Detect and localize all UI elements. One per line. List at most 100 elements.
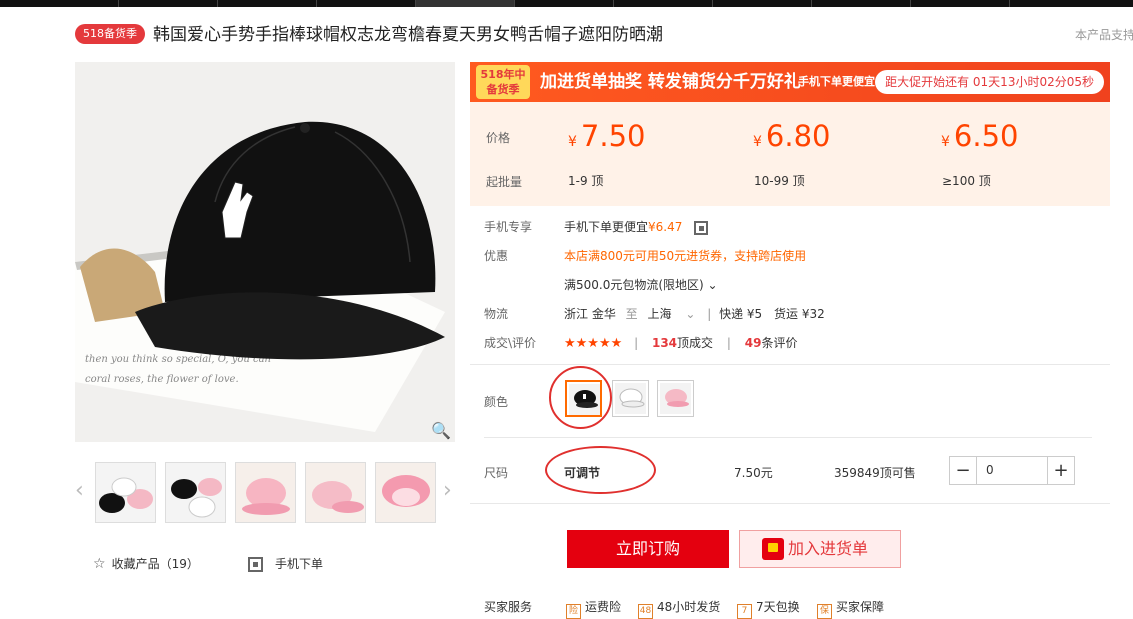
thumbnail[interactable] bbox=[235, 462, 296, 523]
ship-from: 浙江 金华 bbox=[564, 307, 616, 321]
annotation-circle bbox=[549, 366, 612, 429]
deal-suffix: 顶成交 bbox=[677, 336, 714, 350]
top-nav-bar bbox=[0, 0, 1133, 7]
service-7day-exchange[interactable]: 7 7天包换 bbox=[737, 598, 800, 619]
qr-code-icon bbox=[248, 557, 263, 572]
rating-stars: ★★★★★ bbox=[564, 336, 623, 351]
ship-to: 上海 bbox=[647, 307, 672, 321]
divider bbox=[470, 364, 1110, 365]
shipping-insurance-icon: 险 bbox=[566, 604, 581, 619]
review-count-link[interactable]: 49条评价 bbox=[745, 336, 798, 350]
product-main-image[interactable]: then you think so special, O, you can co… bbox=[75, 62, 455, 442]
service-48h-shipping[interactable]: 48 48小时发货 bbox=[638, 598, 720, 619]
thumbnail[interactable] bbox=[95, 462, 156, 523]
mobile-order-label: 手机下单 bbox=[275, 557, 324, 571]
product-title: 韩国爱心手势手指棒球帽权志龙弯檐春夏天男女鸭舌帽子遮阳防晒潮 bbox=[153, 25, 663, 45]
logistics-label: 物流 bbox=[484, 307, 509, 321]
promo-mobile-text: 手机下单更便宜 bbox=[798, 75, 875, 88]
nav-separator bbox=[514, 0, 515, 7]
shield-icon: 保 bbox=[817, 604, 832, 619]
promo-tag-line1: 518年中 bbox=[480, 68, 526, 81]
range-tier-1: 1-9 顶 bbox=[568, 174, 604, 188]
thumbnail[interactable] bbox=[375, 462, 436, 523]
nav-separator bbox=[811, 0, 812, 7]
clock-48h-icon: 48 bbox=[638, 604, 653, 619]
nav-tab-active[interactable] bbox=[415, 0, 515, 7]
separator: | bbox=[707, 307, 712, 321]
exchange-7day-icon: 7 bbox=[737, 604, 752, 619]
decrement-button[interactable]: − bbox=[950, 457, 977, 484]
services-label: 买家服务 bbox=[484, 600, 533, 614]
coupon-text[interactable]: 本店满800元可用50元进货券，支持跨店使用 bbox=[564, 247, 806, 264]
separator: | bbox=[726, 336, 731, 350]
mobile-price: ¥6.47 bbox=[648, 220, 683, 234]
review-suffix: 条评价 bbox=[761, 336, 798, 350]
quantity-stepper[interactable]: − 0 + bbox=[949, 456, 1075, 485]
promo-season-badge: 518备货季 bbox=[75, 24, 145, 44]
promo-banner[interactable]: 518年中 备货季 加进货单抽奖 转发铺货分千万好礼 手机下单更便宜 距大促开始… bbox=[470, 62, 1110, 102]
zoom-icon[interactable]: 🔍 bbox=[431, 421, 451, 440]
size-price: 7.50元 bbox=[734, 466, 773, 480]
color-swatch-pink[interactable] bbox=[657, 380, 694, 417]
cart-icon bbox=[762, 538, 784, 560]
thumb-next-icon[interactable]: › bbox=[443, 480, 452, 502]
divider bbox=[470, 503, 1110, 504]
nav-separator bbox=[712, 0, 713, 7]
thumb-prev-icon[interactable]: ‹ bbox=[75, 480, 84, 502]
mobile-order-link[interactable]: 手机下单 bbox=[248, 555, 323, 572]
ship-to-select[interactable]: 上海 ⌄ bbox=[648, 307, 704, 321]
color-swatch-white[interactable] bbox=[612, 380, 649, 417]
add-to-cart-button[interactable]: 加入进货单 bbox=[739, 530, 901, 568]
size-label: 尺码 bbox=[484, 466, 509, 480]
chevron-down-icon: ⌄ bbox=[707, 278, 718, 292]
mobile-exclusive-label: 手机专享 bbox=[484, 220, 533, 234]
price-box: 价格 起批量 ¥7.50 ¥6.80 ¥6.50 1-9 顶 10-99 顶 ≥… bbox=[470, 102, 1110, 206]
deal-count-link[interactable]: 134顶成交 bbox=[652, 336, 713, 350]
mobile-exclusive-value[interactable]: 手机下单更便宜¥6.47 bbox=[564, 218, 720, 235]
favorite-product[interactable]: ☆ 收藏产品（19） bbox=[93, 555, 199, 572]
nav-separator bbox=[316, 0, 317, 7]
star-outline-icon: ☆ bbox=[93, 556, 106, 572]
chevron-down-icon: ⌄ bbox=[685, 307, 696, 321]
promo-headline: 加进货单抽奖 转发铺货分千万好礼 bbox=[540, 72, 801, 92]
to-word: 至 bbox=[625, 307, 638, 321]
title-row: 518备货季 韩国爱心手势手指棒球帽权志龙弯檐春夏天男女鸭舌帽子遮阳防晒潮 本产… bbox=[75, 22, 1133, 48]
logistics-value: 浙江 金华 至 上海 ⌄ | 快递 ¥5 货运 ¥32 bbox=[564, 305, 825, 322]
price-label: 价格 bbox=[486, 131, 511, 145]
price-tier-3: ¥6.50 bbox=[941, 119, 1019, 153]
service-label: 买家保障 bbox=[836, 600, 885, 614]
service-label: 7天包换 bbox=[756, 600, 800, 614]
buy-now-button[interactable]: 立即订购 bbox=[567, 530, 729, 568]
promo-countdown: 距大促开始还有 01天13小时02分05秒 bbox=[875, 70, 1104, 94]
annotation-circle bbox=[545, 446, 656, 494]
divider bbox=[484, 437, 1092, 438]
favorite-label: 收藏产品（19） bbox=[111, 557, 199, 571]
express-fee: 快递 ¥5 bbox=[719, 307, 763, 321]
add-to-cart-label: 加入进货单 bbox=[788, 539, 869, 558]
increment-button[interactable]: + bbox=[1047, 457, 1074, 484]
promo-tag-line2: 备货季 bbox=[486, 83, 520, 96]
qr-code-icon[interactable] bbox=[694, 220, 709, 235]
review-count: 49 bbox=[744, 336, 762, 350]
freight-fee: 货运 ¥32 bbox=[774, 307, 825, 321]
support-text: 本产品支持 bbox=[1074, 28, 1133, 42]
thumbnail[interactable] bbox=[165, 462, 226, 523]
service-buyer-protection[interactable]: 保买家保障 bbox=[817, 598, 884, 619]
quantity-input[interactable]: 0 bbox=[986, 457, 994, 484]
nav-separator bbox=[1009, 0, 1010, 7]
service-label: 48小时发货 bbox=[657, 600, 721, 614]
nav-separator bbox=[910, 0, 911, 7]
service-freight-insurance[interactable]: 险运费险 bbox=[566, 598, 621, 619]
nav-separator bbox=[118, 0, 119, 7]
color-label: 颜色 bbox=[484, 395, 509, 409]
price-tier-1: ¥7.50 bbox=[568, 119, 646, 153]
discount-label: 优惠 bbox=[484, 249, 509, 263]
nav-separator bbox=[613, 0, 614, 7]
deals-value: ★★★★★ | 134顶成交 | 49条评价 bbox=[564, 334, 797, 351]
batch-label: 起批量 bbox=[486, 175, 523, 189]
service-label: 运费险 bbox=[585, 600, 622, 614]
nav-separator bbox=[217, 0, 218, 7]
free-shipping[interactable]: 满500.0元包物流(限地区) ⌄ bbox=[564, 276, 718, 293]
range-tier-3: ≥100 顶 bbox=[942, 174, 991, 188]
thumbnail[interactable] bbox=[305, 462, 366, 523]
